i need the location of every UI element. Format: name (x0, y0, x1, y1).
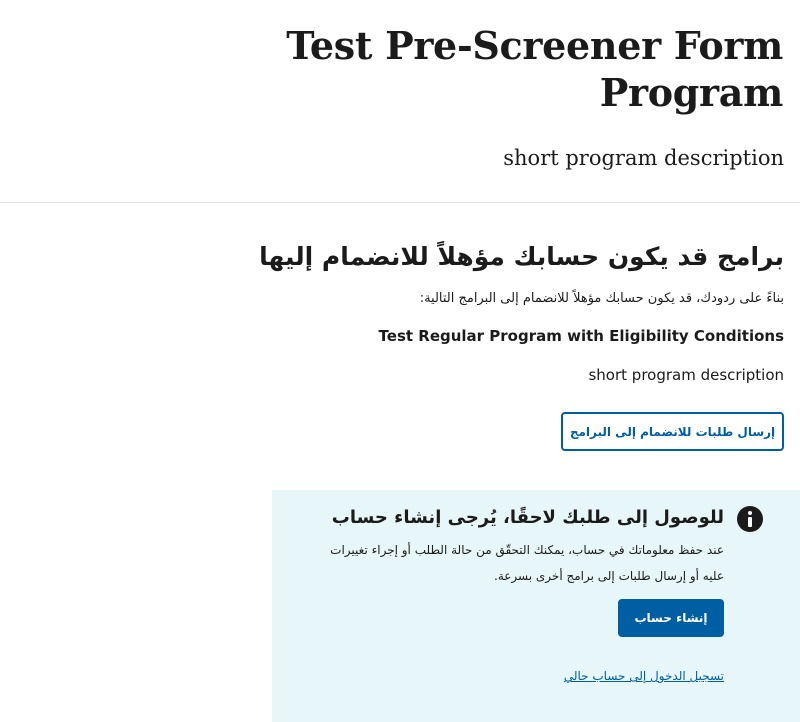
info-icon (737, 506, 763, 532)
create-account-button[interactable]: إنشاء حساب (618, 599, 724, 637)
alert-body: عند حفظ معلوماتك في حساب، يمكنك التحقّق … (330, 543, 724, 583)
program-title: Test Pre-Screener Form Program (286, 23, 783, 115)
eligible-program-name: Test Regular Program with Eligibility Co… (378, 327, 784, 345)
sign-in-link[interactable]: تسجيل الدخول إلى حساب حالي (564, 665, 724, 687)
apply-to-programs-button[interactable]: إرسال طلبات للانضمام إلى البرامج (561, 412, 784, 451)
eligible-programs-intro: بناءً على ردودك، قد يكون حسابك مؤهلاً لل… (419, 291, 784, 306)
eligible-program-description: short program description (588, 366, 784, 384)
program-description: short program description (503, 146, 784, 170)
program-header: Test Pre-Screener Form Program short pro… (0, 0, 800, 203)
create-account-alert: للوصول إلى طلبك لاحقًا، يُرجى إنشاء حساب… (272, 490, 800, 722)
alert-heading: للوصول إلى طلبك لاحقًا، يُرجى إنشاء حساب (331, 507, 724, 528)
eligible-programs-heading: برامج قد يكون حسابك مؤهلاً للانضمام إليه… (259, 242, 784, 271)
